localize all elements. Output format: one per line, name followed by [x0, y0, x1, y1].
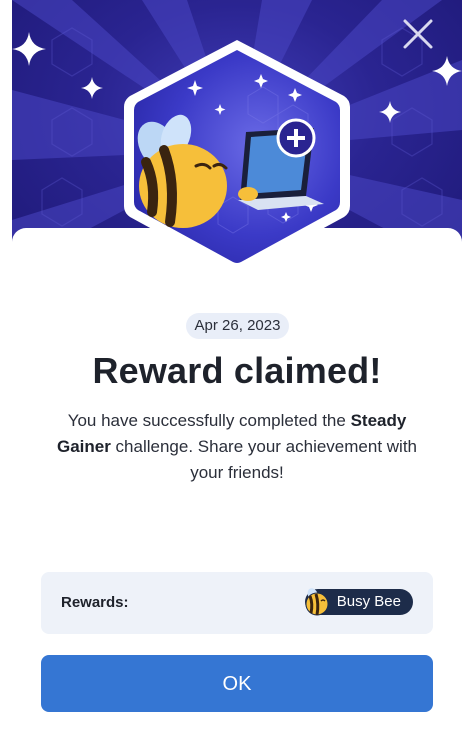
description: You have successfully completed the Stea…	[50, 408, 424, 486]
reward-chip: Busy Bee	[304, 588, 413, 616]
date-badge: Apr 26, 2023	[186, 313, 289, 339]
bee-icon	[305, 588, 329, 616]
description-after: challenge. Share your achievement with y…	[110, 437, 418, 482]
ok-button[interactable]: OK	[41, 655, 433, 712]
rewards-label: Rewards:	[61, 594, 129, 611]
description-before: You have successfully completed the	[67, 411, 351, 430]
rewards-panel: Rewards: Busy Bee	[41, 572, 433, 634]
close-icon[interactable]	[400, 16, 436, 52]
reward-name: Busy Bee	[336, 593, 401, 610]
page-title: Reward claimed!	[92, 350, 382, 391]
